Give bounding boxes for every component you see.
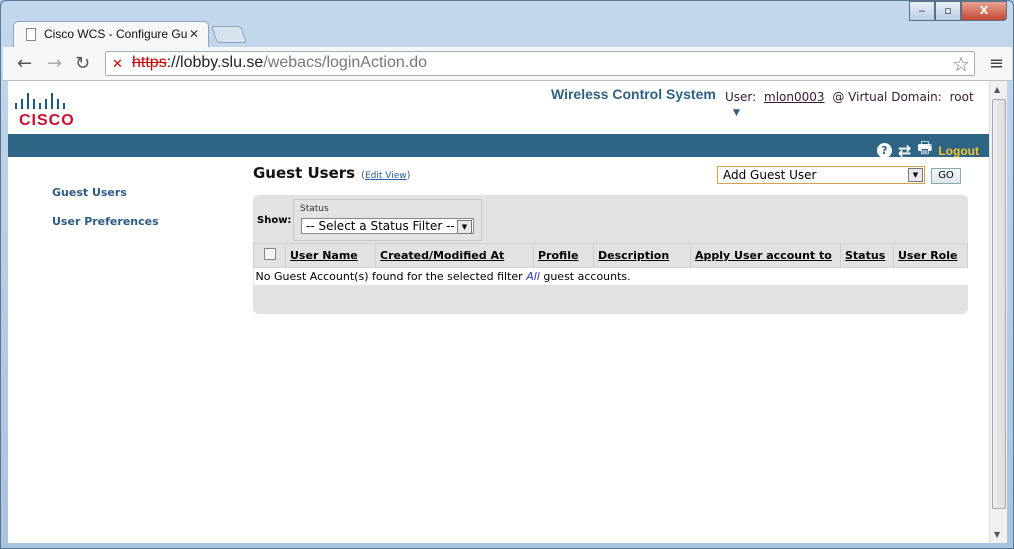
page-icon — [26, 28, 36, 41]
logout-link[interactable]: Logout — [938, 144, 979, 158]
guest-users-panel: Show: Status -- Select a Status Filter -… — [253, 195, 968, 314]
app-title: Wireless Control System — [551, 86, 716, 102]
forward-icon[interactable]: → — [47, 53, 62, 74]
col-apply-user-account[interactable]: Apply User account to — [690, 243, 841, 268]
edit-view-link[interactable]: Edit View — [365, 171, 407, 181]
maximize-button[interactable]: ▫ — [935, 1, 961, 21]
guest-users-table: User Name Created/Modified At Profile De… — [253, 243, 968, 285]
status-filter-group: Status -- Select a Status Filter -- ▼ — [293, 199, 482, 241]
insecure-lock-icon: ✕ — [112, 56, 123, 71]
chevron-down-icon: ▼ — [457, 220, 472, 234]
select-all-checkbox[interactable] — [263, 248, 276, 260]
col-description[interactable]: Description — [593, 243, 691, 268]
status-label: Status — [300, 204, 329, 214]
address-bar[interactable]: ✕ https://lobby.slu.se/webacs/loginActio… — [105, 51, 975, 76]
col-status[interactable]: Status — [840, 243, 894, 268]
page-title-text: Guest Users — [253, 164, 356, 182]
chevron-down-icon: ▼ — [908, 168, 923, 182]
browser-toolbar: ← → ↻ ✕ https://lobby.slu.se/webacs/logi… — [3, 47, 1012, 81]
action-select-value: Add Guest User — [723, 168, 817, 182]
empty-message: No Guest Account(s) found for the select… — [253, 267, 968, 285]
minimize-button[interactable]: ‒ — [909, 1, 935, 21]
col-created-modified[interactable]: Created/Modified At — [375, 243, 534, 268]
scrollbar-thumb[interactable] — [992, 99, 1006, 509]
user-label: User: — [725, 90, 757, 104]
action-select[interactable]: Add Guest User ▼ — [717, 166, 925, 184]
show-label: Show: — [257, 215, 292, 226]
domain-label: @ Virtual Domain: — [832, 90, 942, 104]
col-profile[interactable]: Profile — [533, 243, 594, 268]
username-link[interactable]: mlon0003 — [764, 90, 825, 104]
url-path: /webacs/loginAction.do — [263, 54, 427, 71]
status-filter-value: -- Select a Status Filter -- — [306, 219, 455, 233]
back-icon[interactable]: ← — [17, 53, 32, 74]
menu-icon[interactable]: ≡ — [989, 53, 1004, 74]
status-filter-select[interactable]: -- Select a Status Filter -- ▼ — [301, 218, 474, 234]
close-window-button[interactable]: X — [961, 1, 1007, 21]
reload-icon[interactable]: ↻ — [75, 53, 90, 74]
scroll-down-icon[interactable]: ▼ — [994, 530, 1000, 539]
table-header: User Name Created/Modified At Profile De… — [253, 243, 968, 268]
new-tab-button[interactable] — [210, 26, 248, 43]
bookmark-star-icon[interactable]: ☆ — [952, 52, 970, 77]
print-icon[interactable]: 🖶 — [917, 137, 932, 164]
cisco-logo: CISCO — [13, 91, 75, 130]
browser-tab[interactable]: Cisco WCS - Configure Gu ✕ — [13, 21, 209, 47]
col-user-role[interactable]: User Role — [893, 243, 968, 268]
sidebar-item-guest-users[interactable]: Guest Users — [52, 186, 127, 199]
page-content: CISCO Wireless Control System User: mlon… — [8, 81, 989, 543]
page-title: Guest Users (Edit View) — [253, 164, 411, 182]
header-bar: ? ⇄ 🖶 Logout — [8, 134, 989, 160]
help-icon[interactable]: ? — [876, 143, 892, 158]
url-scheme: https — [132, 54, 167, 71]
sidebar-item-user-preferences[interactable]: User Preferences — [52, 215, 159, 228]
domain-value: root — [949, 90, 974, 104]
close-tab-icon[interactable]: ✕ — [189, 27, 199, 41]
domain-dropdown-icon[interactable]: ▼ — [733, 108, 740, 118]
vertical-scrollbar[interactable]: ▲ ▼ — [989, 81, 1007, 543]
user-info: User: mlon0003 @ Virtual Domain: root ▼ — [725, 90, 989, 118]
col-user-name[interactable]: User Name — [285, 243, 376, 268]
empty-row: No Guest Account(s) found for the select… — [253, 267, 968, 285]
select-all-checkbox-cell — [253, 243, 286, 268]
url-host: ://lobby.slu.se — [166, 54, 264, 71]
go-button[interactable]: GO — [931, 168, 961, 184]
refresh-icon[interactable]: ⇄ — [898, 141, 911, 160]
scroll-up-icon[interactable]: ▲ — [994, 85, 1000, 94]
tab-title: Cisco WCS - Configure Gu — [44, 27, 188, 41]
